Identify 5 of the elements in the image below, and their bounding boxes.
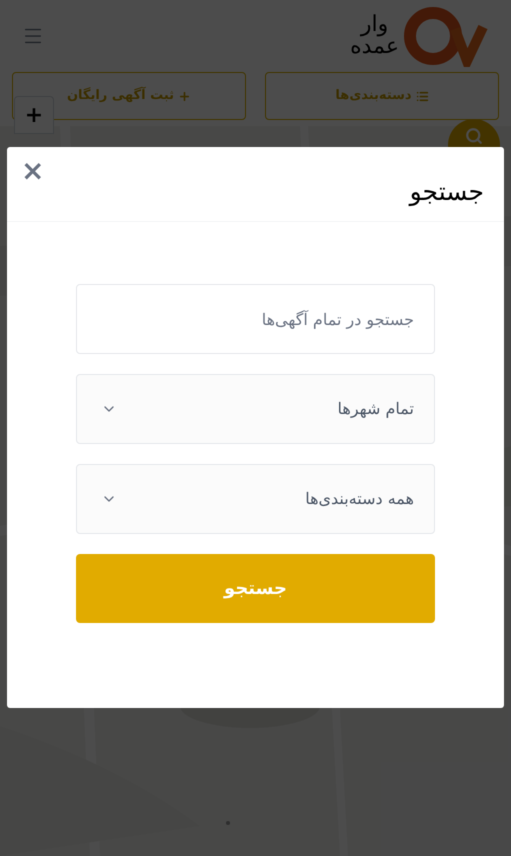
close-button[interactable]: × [21, 157, 44, 185]
select-field[interactable]: تمام شهرها [76, 374, 435, 444]
search-field[interactable]: جستجو در تمام آگهی‌ها [76, 284, 435, 354]
dialog-title: جستجو [410, 176, 484, 208]
select-field[interactable]: همه دسته‌بندی‌ها [76, 464, 435, 534]
